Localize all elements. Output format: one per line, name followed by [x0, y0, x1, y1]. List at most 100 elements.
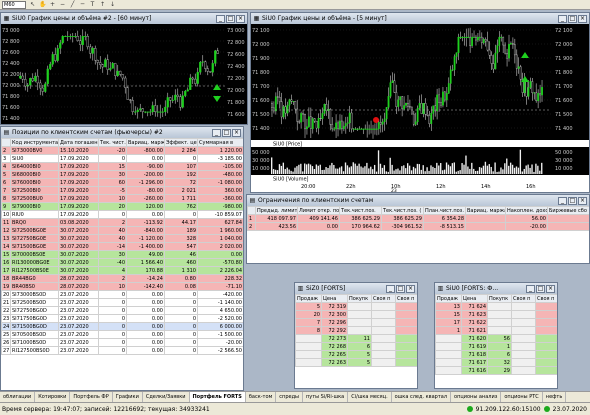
col-header[interactable]: Продаж [435, 294, 462, 303]
sell-volume[interactable] [295, 358, 322, 367]
col-header[interactable]: Своя п [511, 294, 536, 303]
tab-7[interactable]: спреды [276, 392, 303, 402]
sell-volume[interactable]: 13 [435, 302, 462, 311]
table-row[interactable]: 22 SI72750BG0D 23.07.2020 0 0.00 0 4 650.00 [1, 306, 243, 315]
tab-5[interactable]: Портфель FORTS [189, 392, 246, 402]
minimize-button[interactable]: _ [558, 14, 567, 23]
col-header[interactable]: Своя п [395, 294, 417, 303]
table-row[interactable]: 4 SI64000BI0 17.09.2020 15 -90.00 107 -105.00 [1, 162, 243, 171]
buy-volume[interactable] [487, 326, 512, 335]
own-buy[interactable] [395, 326, 417, 335]
col-header[interactable]: Вариац. маржа [126, 138, 165, 147]
maximize-button[interactable]: □ [568, 14, 577, 23]
price-level[interactable]: 71 620 [461, 334, 488, 343]
col-header[interactable]: Покупк [487, 294, 512, 303]
own-buy[interactable] [535, 342, 557, 351]
minimize-button[interactable]: _ [558, 196, 567, 205]
tab-3[interactable]: Графики [113, 392, 143, 402]
price-level[interactable]: 71 617 [461, 358, 488, 367]
arrow-up-icon[interactable]: ↑ [99, 1, 106, 8]
own-buy[interactable] [395, 310, 417, 319]
own-sell[interactable] [511, 310, 536, 319]
col-header[interactable]: Своя п [535, 294, 557, 303]
maximize-button[interactable]: □ [536, 284, 545, 293]
col-header[interactable]: Код инструмента [10, 138, 59, 147]
price-level[interactable]: 72 292 [321, 326, 348, 335]
own-buy[interactable] [395, 358, 417, 367]
col-header[interactable]: Цена [321, 294, 348, 303]
buy-volume[interactable]: 29 [487, 366, 512, 375]
own-buy[interactable] [395, 350, 417, 359]
own-buy[interactable] [395, 318, 417, 327]
minimize-button[interactable]: _ [216, 14, 225, 23]
chart-5min-window[interactable]: ▦ SiU0 График цены и объёма - [5 минут] … [250, 12, 590, 193]
minimize-button[interactable]: _ [526, 284, 535, 293]
buy-volume[interactable]: 32 [487, 358, 512, 367]
table-row[interactable]: 2 SI73000BV0 15.10.2020 -20 -800.00 2 284 1 22… [1, 146, 243, 155]
price-level[interactable]: 71 624 [461, 302, 488, 311]
maximize-button[interactable]: □ [568, 196, 577, 205]
sell-volume[interactable]: 7 [295, 318, 322, 327]
tab-10[interactable]: ошка след. квартал [392, 392, 452, 402]
own-buy[interactable] [535, 326, 557, 335]
buy-volume[interactable]: 1 [487, 342, 512, 351]
own-buy[interactable] [535, 334, 557, 343]
own-sell[interactable] [371, 342, 396, 351]
tab-13[interactable]: нефть [543, 392, 567, 402]
price-level[interactable]: 72 319 [321, 302, 348, 311]
sell-volume[interactable] [435, 350, 462, 359]
arrow-down-icon[interactable]: ↓ [109, 1, 116, 8]
maximize-button[interactable]: □ [226, 14, 235, 23]
price-level[interactable]: 72 263 [321, 358, 348, 367]
own-sell[interactable] [371, 326, 396, 335]
limits-titlebar[interactable]: ▤ Ограничения по клиентским счетам _ □ × [247, 195, 589, 206]
tab-8[interactable]: путы Si/Ri-шка [303, 392, 349, 402]
buy-volume[interactable] [347, 310, 372, 319]
table-row[interactable]: 13 SI72750BG0E 30.07.2020 40 -1 120.00 328 1 0… [1, 234, 243, 243]
quote-row[interactable]: 17 71 622 [435, 318, 557, 327]
quote-row[interactable]: 72 268 6 [295, 342, 417, 351]
own-sell[interactable] [511, 326, 536, 335]
table-row[interactable]: 2 423.56 0.00 170 964.62 -304 961.52 -8 513.1… [247, 222, 589, 231]
own-sell[interactable] [511, 302, 536, 311]
table-row[interactable]: 19 BR40BS0 28.07.2020 10 -142.40 0.08 -71.10 [1, 282, 243, 291]
quote-row[interactable]: 20 72 300 [295, 310, 417, 319]
quote-row[interactable]: 15 71 623 [435, 310, 557, 319]
sell-volume[interactable] [435, 358, 462, 367]
close-button[interactable]: × [406, 284, 415, 293]
quote-siz0-titlebar[interactable]: ▥ SiZ0 [FORTS] _ □ × [295, 283, 417, 294]
tab-11[interactable]: опционы анализ [451, 392, 502, 402]
tab-2[interactable]: Портфель ФР [70, 392, 113, 402]
table-row[interactable]: 24 SI71500BG0D 23.07.2020 0 0.00 0 6 000.00 [1, 322, 243, 331]
buy-volume[interactable]: 6 [487, 350, 512, 359]
own-sell[interactable] [511, 318, 536, 327]
table-row[interactable]: 5 SI68000BI0 17.09.2020 30 -200.00 192 -480.00 [1, 170, 243, 179]
own-buy[interactable] [535, 310, 557, 319]
col-header[interactable]: Тек.чист.поз. ( [381, 206, 424, 215]
col-header[interactable]: Суммарная в [197, 138, 243, 147]
col-header-index[interactable] [247, 206, 256, 215]
quote-row[interactable]: 5 72 319 [295, 302, 417, 311]
chart-60min-plot[interactable]: 73 000 72 800 72 600 72 400 72 200 72 000 71 8… [1, 24, 247, 124]
hline-icon[interactable]: ─ [79, 1, 86, 8]
col-header[interactable]: Тек.чист.поз. [339, 206, 382, 215]
table-row[interactable]: 26 SI71000BS0D 23.07.2020 0 0.00 0 -20.00 [1, 338, 243, 347]
col-header[interactable]: Продаж [295, 294, 322, 303]
tab-4[interactable]: Сделки/Заявки [143, 392, 190, 402]
buy-volume[interactable] [487, 310, 512, 319]
col-header[interactable]: Биржевые сбо [547, 206, 589, 215]
tab-12[interactable]: опционы РТС [501, 392, 543, 402]
table-row[interactable]: 23 SI71750BG0D 23.07.2020 0 0.00 0 -2 520.00 [1, 314, 243, 323]
table-row[interactable]: 25 SI70500BS0D 23.07.2020 0 0.00 0 -1 500.00 [1, 330, 243, 339]
sell-volume[interactable] [435, 342, 462, 351]
own-buy[interactable] [535, 350, 557, 359]
maximize-button[interactable]: □ [396, 284, 405, 293]
col-header-index[interactable] [1, 138, 11, 147]
table-row[interactable]: 27 RI127500BS0D 23.07.2020 0 0.00 0 -2 566.50 [1, 346, 243, 355]
table-row[interactable]: 18 BR44BG0 28.07.2020 2 -14.24 0.80 228.32 [1, 274, 243, 283]
col-header[interactable]: Дата погашения [58, 138, 99, 147]
col-header[interactable]: План.чист.поз. [423, 206, 466, 215]
quote-row[interactable]: 72 273 11 [295, 334, 417, 343]
price-level[interactable]: 72 273 [321, 334, 348, 343]
tab-6[interactable]: баск-том [246, 392, 277, 402]
